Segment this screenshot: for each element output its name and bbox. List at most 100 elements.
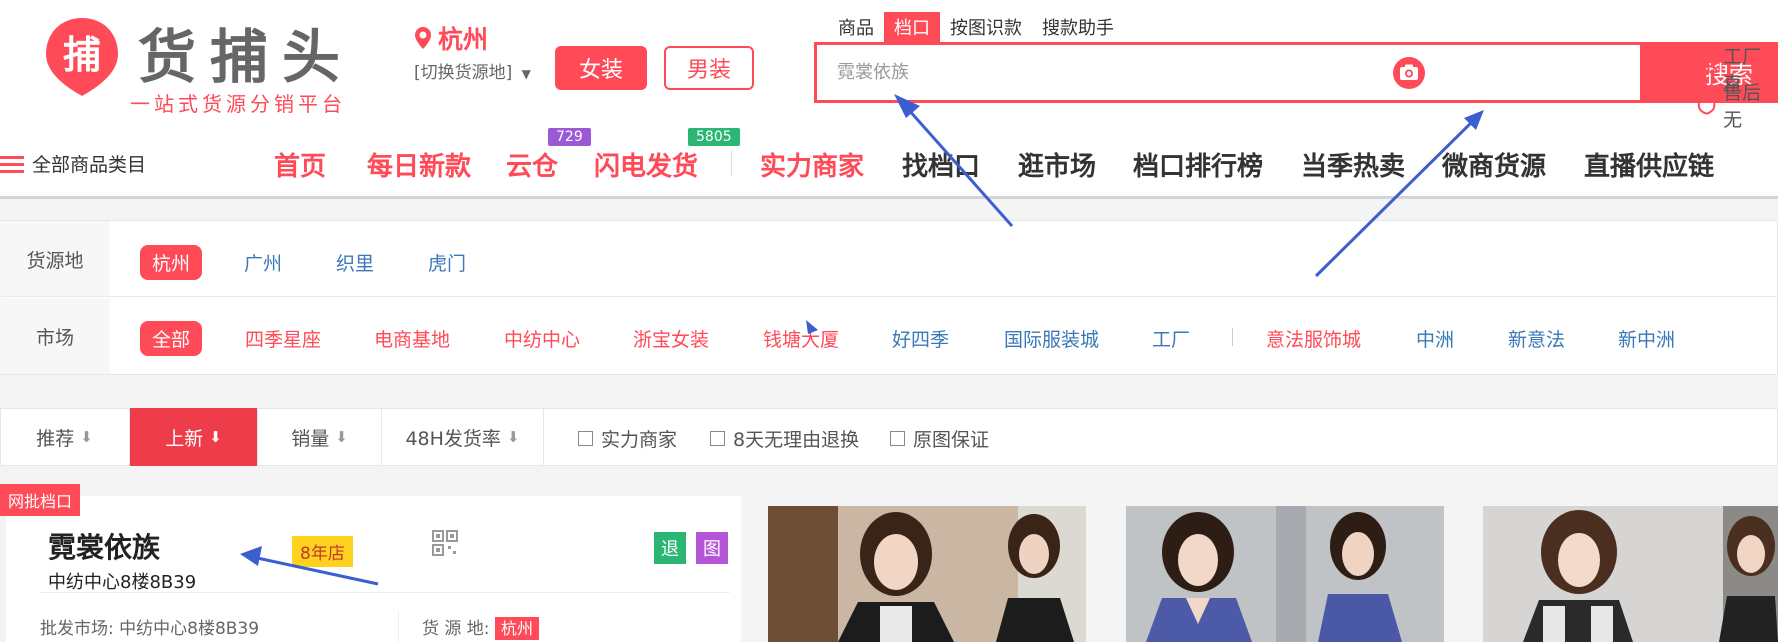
truck-icon xyxy=(1696,62,1718,76)
search-tabs: 商品 档口 按图识款 搜款助手 xyxy=(828,12,1124,42)
qrcode-icon[interactable] xyxy=(432,530,458,560)
checkbox-8day-return[interactable]: 8天无理由退换 xyxy=(710,425,859,452)
nav-season-hot[interactable]: 当季热卖 xyxy=(1301,146,1405,183)
nav-cloud-warehouse[interactable]: 云仓 xyxy=(506,146,558,183)
market-option-all[interactable]: 全部 xyxy=(140,321,203,356)
shop-name[interactable]: 霓裳依族 xyxy=(48,526,160,566)
logo-pin-icon[interactable]: 捕 xyxy=(40,14,124,98)
camera-icon[interactable] xyxy=(1392,56,1426,90)
sort-sales-label: 销量 xyxy=(291,427,330,450)
checkbox-box xyxy=(578,431,593,446)
svg-text:捕: 捕 xyxy=(63,33,101,77)
arrow-down-icon: ⬇ xyxy=(209,428,222,446)
header-divider xyxy=(0,196,1778,199)
nav-divider xyxy=(731,150,732,176)
market-option-guoji[interactable]: 国际服装城 xyxy=(1004,325,1099,352)
shop-source-label: 货 源 地: xyxy=(422,619,490,639)
return-tag: 退 xyxy=(654,532,686,564)
logo-slogan: 一站式货源分销平台 xyxy=(130,92,346,116)
checkbox-strong-merchant[interactable]: 实力商家 xyxy=(578,425,677,452)
market-option-yifa[interactable]: 意法服饰城 xyxy=(1266,325,1361,352)
sort-sales[interactable]: 销量 ⬇ xyxy=(258,408,382,466)
shop-address: 中纺中心8楼8B39 xyxy=(48,572,197,593)
search-box: 搜索 xyxy=(814,42,1778,103)
location-switch[interactable]: [切换货源地] ▼ xyxy=(414,58,531,83)
search-input[interactable] xyxy=(817,45,1477,100)
search-tab-image[interactable]: 按图识款 xyxy=(940,12,1032,42)
source-option-guangzhou[interactable]: 广州 xyxy=(244,249,282,276)
product-thumbnail[interactable] xyxy=(768,506,1086,642)
after-sales-label: 售后无 xyxy=(1723,82,1762,131)
product-thumbnail[interactable] xyxy=(1483,506,1778,642)
market-option-qiantang[interactable]: 钱塘大厦 xyxy=(763,325,839,352)
shop-source-value: 杭州 xyxy=(494,617,539,640)
checkbox-original-image[interactable]: 原图保证 xyxy=(890,425,989,452)
nav-fast-delivery[interactable]: 闪电发货 xyxy=(594,146,698,183)
image-tag: 图 xyxy=(696,532,728,564)
after-sales-link[interactable]: 售后无 xyxy=(1696,78,1778,132)
arrow-down-icon: ⬇ xyxy=(506,428,520,446)
caret-down-icon: ▼ xyxy=(521,67,531,81)
arrow-down-icon: ⬇ xyxy=(80,428,93,446)
hamburger-icon xyxy=(0,155,24,173)
nav-fast-delivery-badge: 5805 xyxy=(688,128,740,146)
sort-48h-rate-label: 48H发货率 xyxy=(405,427,501,450)
location-city: 杭州 xyxy=(438,25,489,54)
market-option-xinyifa[interactable]: 新意法 xyxy=(1508,325,1565,352)
location[interactable]: 杭州 xyxy=(414,20,488,56)
market-option-sijixingzuo[interactable]: 四季星座 xyxy=(245,325,321,352)
nav-find-stall[interactable]: 找档口 xyxy=(902,146,980,183)
nav-browse-market[interactable]: 逛市场 xyxy=(1018,146,1096,183)
women-category-button[interactable]: 女装 xyxy=(555,46,647,90)
all-categories-menu[interactable]: 全部商品类目 xyxy=(0,150,146,177)
nav-strong-merchants[interactable]: 实力商家 xyxy=(760,146,864,183)
location-switch-label: [切换货源地] xyxy=(414,63,513,83)
market-option-zhongzhou[interactable]: 中洲 xyxy=(1416,325,1454,352)
market-option-factory[interactable]: 工厂 xyxy=(1152,325,1190,352)
market-divider xyxy=(1232,328,1233,346)
shop-divider xyxy=(40,592,730,593)
market-option-zhongfang[interactable]: 中纺中心 xyxy=(504,325,580,352)
market-option-dianshang[interactable]: 电商基地 xyxy=(374,325,450,352)
shop-wholesale: 批发市场: 中纺中心8楼8B39 xyxy=(40,614,259,639)
nav-cloud-warehouse-badge: 729 xyxy=(548,128,591,146)
nav-home[interactable]: 首页 xyxy=(274,146,326,183)
shop-wholesale-value: 中纺中心8楼8B39 xyxy=(119,619,260,639)
checkbox-box xyxy=(890,431,905,446)
sort-48h-rate[interactable]: 48H发货率 ⬇ xyxy=(382,408,544,466)
men-category-button[interactable]: 男装 xyxy=(664,46,754,90)
logo-title[interactable]: 货捕头 xyxy=(138,10,354,94)
source-option-zhili[interactable]: 织里 xyxy=(336,249,374,276)
market-option-haosiji[interactable]: 好四季 xyxy=(892,325,949,352)
market-option-zhebao[interactable]: 浙宝女装 xyxy=(633,325,709,352)
product-thumbnail[interactable] xyxy=(1126,506,1444,642)
shop-type-tag: 网批档口 xyxy=(0,484,81,516)
search-tab-helper[interactable]: 搜款助手 xyxy=(1032,12,1124,42)
nav-live-supply[interactable]: 直播供应链 xyxy=(1584,146,1714,183)
filter-divider xyxy=(0,296,1778,297)
shop-wholesale-label: 批发市场: xyxy=(40,619,114,639)
nav-wechat-source[interactable]: 微商货源 xyxy=(1442,146,1546,183)
search-tab-product[interactable]: 商品 xyxy=(828,12,884,42)
shop-source: 货 源 地: 杭州 xyxy=(422,614,539,640)
search-tab-stall[interactable]: 档口 xyxy=(884,12,940,42)
sort-recommend-label: 推荐 xyxy=(36,427,75,450)
sort-newest-label: 上新 xyxy=(165,427,204,450)
source-option-humen[interactable]: 虎门 xyxy=(428,249,466,276)
arrow-down-icon: ⬇ xyxy=(335,428,348,446)
shop-years-badge: 8年店 xyxy=(292,536,353,567)
sort-newest[interactable]: 上新 ⬇ xyxy=(130,408,258,466)
checkbox-strong-merchant-label: 实力商家 xyxy=(601,429,678,451)
shield-icon xyxy=(1697,95,1716,115)
nav-daily-new[interactable]: 每日新款 xyxy=(367,146,471,183)
checkbox-original-image-label: 原图保证 xyxy=(913,429,990,451)
checkbox-8day-return-label: 8天无理由退换 xyxy=(733,429,860,451)
nav-stall-ranking[interactable]: 档口排行榜 xyxy=(1133,146,1263,183)
market-option-xinzhongzhou[interactable]: 新中洲 xyxy=(1618,325,1675,352)
sort-recommend[interactable]: 推荐 ⬇ xyxy=(0,408,130,466)
location-pin-icon xyxy=(415,27,431,49)
all-categories-label: 全部商品类目 xyxy=(32,154,147,176)
filter-source-label: 货源地 xyxy=(0,221,110,297)
filter-market-label: 市场 xyxy=(0,298,110,374)
source-option-hangzhou[interactable]: 杭州 xyxy=(140,245,203,280)
